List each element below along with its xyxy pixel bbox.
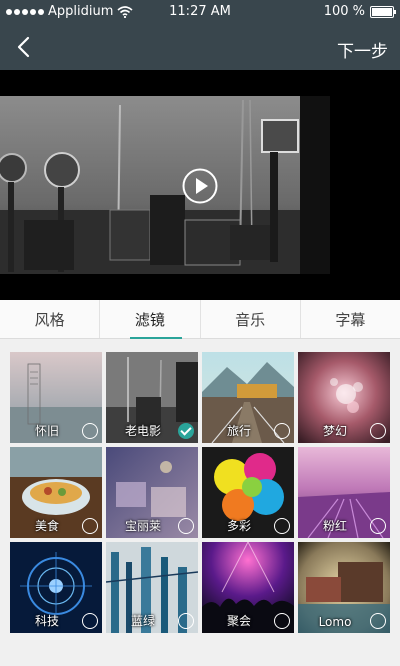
filter-label: 蓝绿 (130, 614, 155, 628)
filter-label: 宝丽莱 (124, 519, 161, 533)
filter-pink[interactable]: 粉红 (298, 447, 390, 538)
filter-label: 粉红 (322, 519, 347, 533)
filter-label: 科技 (34, 614, 59, 628)
filter-label: 梦幻 (322, 424, 347, 438)
radio-circle-icon (82, 613, 98, 629)
tab-music[interactable]: 音乐 (201, 300, 301, 338)
edit-tabs: 风格 滤镜 音乐 字幕 (0, 300, 400, 339)
radio-circle-icon (274, 423, 290, 439)
tab-label: 风格 (34, 310, 65, 329)
filter-label: 美食 (34, 519, 59, 533)
battery-percent: 100 % (323, 4, 365, 19)
play-button[interactable] (181, 167, 219, 205)
filter-dreamy[interactable]: 梦幻 (298, 352, 390, 443)
filter-food[interactable]: 美食 (10, 447, 102, 538)
tab-style[interactable]: 风格 (0, 300, 101, 338)
tab-label: 音乐 (235, 310, 266, 329)
filter-colorful[interactable]: 多彩 (202, 447, 294, 538)
radio-circle-icon (178, 518, 194, 534)
nav-bar: 下一步 (0, 24, 400, 70)
filter-label: 多彩 (226, 519, 251, 533)
filter-old-film[interactable]: 老电影 (106, 352, 198, 443)
radio-circle-icon (274, 518, 290, 534)
filter-travel[interactable]: 旅行 (202, 352, 294, 443)
filter-label: 怀旧 (34, 424, 59, 438)
radio-circle-icon (178, 613, 194, 629)
tab-label: 滤镜 (134, 310, 165, 329)
filter-nostalgia[interactable]: 怀旧 (10, 352, 102, 443)
filter-label: 聚会 (226, 614, 251, 628)
filter-teal[interactable]: 蓝绿 (106, 542, 198, 633)
filter-grid: 怀旧 老电影 旅行 梦幻 美食 宝丽莱 多彩 粉红 科技 蓝绿 聚会 Lomo (10, 352, 390, 633)
filter-party[interactable]: 聚会 (202, 542, 294, 633)
filter-tech[interactable]: 科技 (10, 542, 102, 633)
status-bar: Applidium 11:27 AM 100 % (0, 0, 400, 24)
check-circle-icon (178, 423, 194, 439)
filter-lomo[interactable]: Lomo (298, 542, 390, 633)
filter-label: 旅行 (226, 424, 251, 438)
status-right: 100 % (323, 4, 396, 19)
radio-circle-icon (82, 423, 98, 439)
back-button[interactable] (8, 32, 38, 62)
filter-label: 老电影 (124, 424, 161, 438)
radio-circle-icon (370, 613, 386, 629)
filter-label: Lomo (318, 615, 352, 629)
tab-label: 字幕 (335, 310, 366, 329)
battery-icon (370, 5, 396, 18)
tab-subtitle[interactable]: 字幕 (301, 300, 400, 338)
next-step-button[interactable]: 下一步 (337, 37, 388, 62)
status-left: Applidium (6, 4, 133, 19)
tab-filter[interactable]: 滤镜 (100, 300, 201, 339)
carrier-name: Applidium (48, 4, 114, 19)
signal-icon (6, 8, 44, 15)
radio-circle-icon (274, 613, 290, 629)
radio-circle-icon (370, 423, 386, 439)
radio-circle-icon (82, 518, 98, 534)
radio-circle-icon (370, 518, 386, 534)
filter-polaroid[interactable]: 宝丽莱 (106, 447, 198, 538)
wifi-icon (117, 5, 133, 18)
video-preview[interactable] (0, 70, 400, 300)
chevron-left-icon (17, 36, 30, 58)
